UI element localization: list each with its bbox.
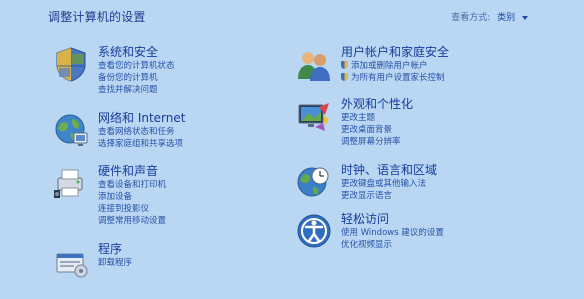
link-change-background[interactable]: 更改桌面背景: [341, 124, 413, 136]
link-homegroup-sharing[interactable]: 选择家庭组和共享选项: [98, 138, 185, 150]
category-title[interactable]: 系统和安全: [98, 45, 175, 60]
link-connect-projector[interactable]: 连接到投影仪: [98, 203, 166, 215]
category-title[interactable]: 用户帐户和家庭安全: [341, 45, 449, 60]
category-title[interactable]: 硬件和声音: [98, 164, 166, 179]
clock-language-region-icon[interactable]: [295, 163, 333, 201]
link-change-keyboard-input[interactable]: 更改键盘或其他输入法: [341, 178, 437, 190]
link-view-computer-status[interactable]: 查看您的计算机状态: [98, 60, 175, 72]
user-accounts-icon[interactable]: [295, 45, 333, 83]
link-windows-recommended-settings[interactable]: 使用 Windows 建议的设置: [341, 227, 444, 239]
link-change-theme[interactable]: 更改主题: [341, 112, 413, 124]
page-title: 调整计算机的设置: [48, 10, 146, 24]
link-parental-controls[interactable]: 为所有用户设置家长控制: [341, 72, 449, 84]
programs-icon[interactable]: [52, 242, 90, 280]
view-by-dropdown[interactable]: 类别: [497, 13, 528, 23]
category-title[interactable]: 外观和个性化: [341, 97, 413, 112]
view-by-label: 查看方式:: [451, 13, 491, 23]
link-uninstall-program[interactable]: 卸载程序: [98, 257, 132, 269]
link-devices-printers[interactable]: 查看设备和打印机: [98, 179, 166, 191]
category-title[interactable]: 程序: [98, 242, 132, 257]
ease-of-access-icon[interactable]: [295, 212, 333, 250]
link-mobility-settings[interactable]: 调整常用移动设置: [98, 215, 166, 227]
link-backup-computer[interactable]: 备份您的计算机: [98, 72, 175, 84]
view-by-value[interactable]: 类别: [497, 13, 515, 23]
link-add-device[interactable]: 添加设备: [98, 191, 166, 203]
category-title[interactable]: 时钟、语言和区域: [341, 163, 437, 178]
category-title[interactable]: 网络和 Internet: [98, 111, 185, 126]
link-change-display-language[interactable]: 更改显示语言: [341, 190, 437, 202]
link-network-status[interactable]: 查看网络状态和任务: [98, 126, 185, 138]
link-add-remove-accounts[interactable]: 添加或删除用户帐户: [341, 60, 449, 72]
appearance-personalization-icon[interactable]: [295, 97, 333, 135]
view-by: 查看方式: 类别: [451, 10, 528, 23]
link-troubleshoot[interactable]: 查找并解决问题: [98, 84, 175, 96]
chevron-down-icon[interactable]: [522, 15, 528, 20]
link-optimize-visual-display[interactable]: 优化视频显示: [341, 239, 444, 251]
link-screen-resolution[interactable]: 调整屏幕分辨率: [341, 136, 413, 148]
network-internet-icon[interactable]: [52, 111, 90, 149]
hardware-sound-icon[interactable]: [52, 164, 90, 202]
system-security-icon[interactable]: [52, 45, 90, 83]
category-title[interactable]: 轻松访问: [341, 212, 444, 227]
